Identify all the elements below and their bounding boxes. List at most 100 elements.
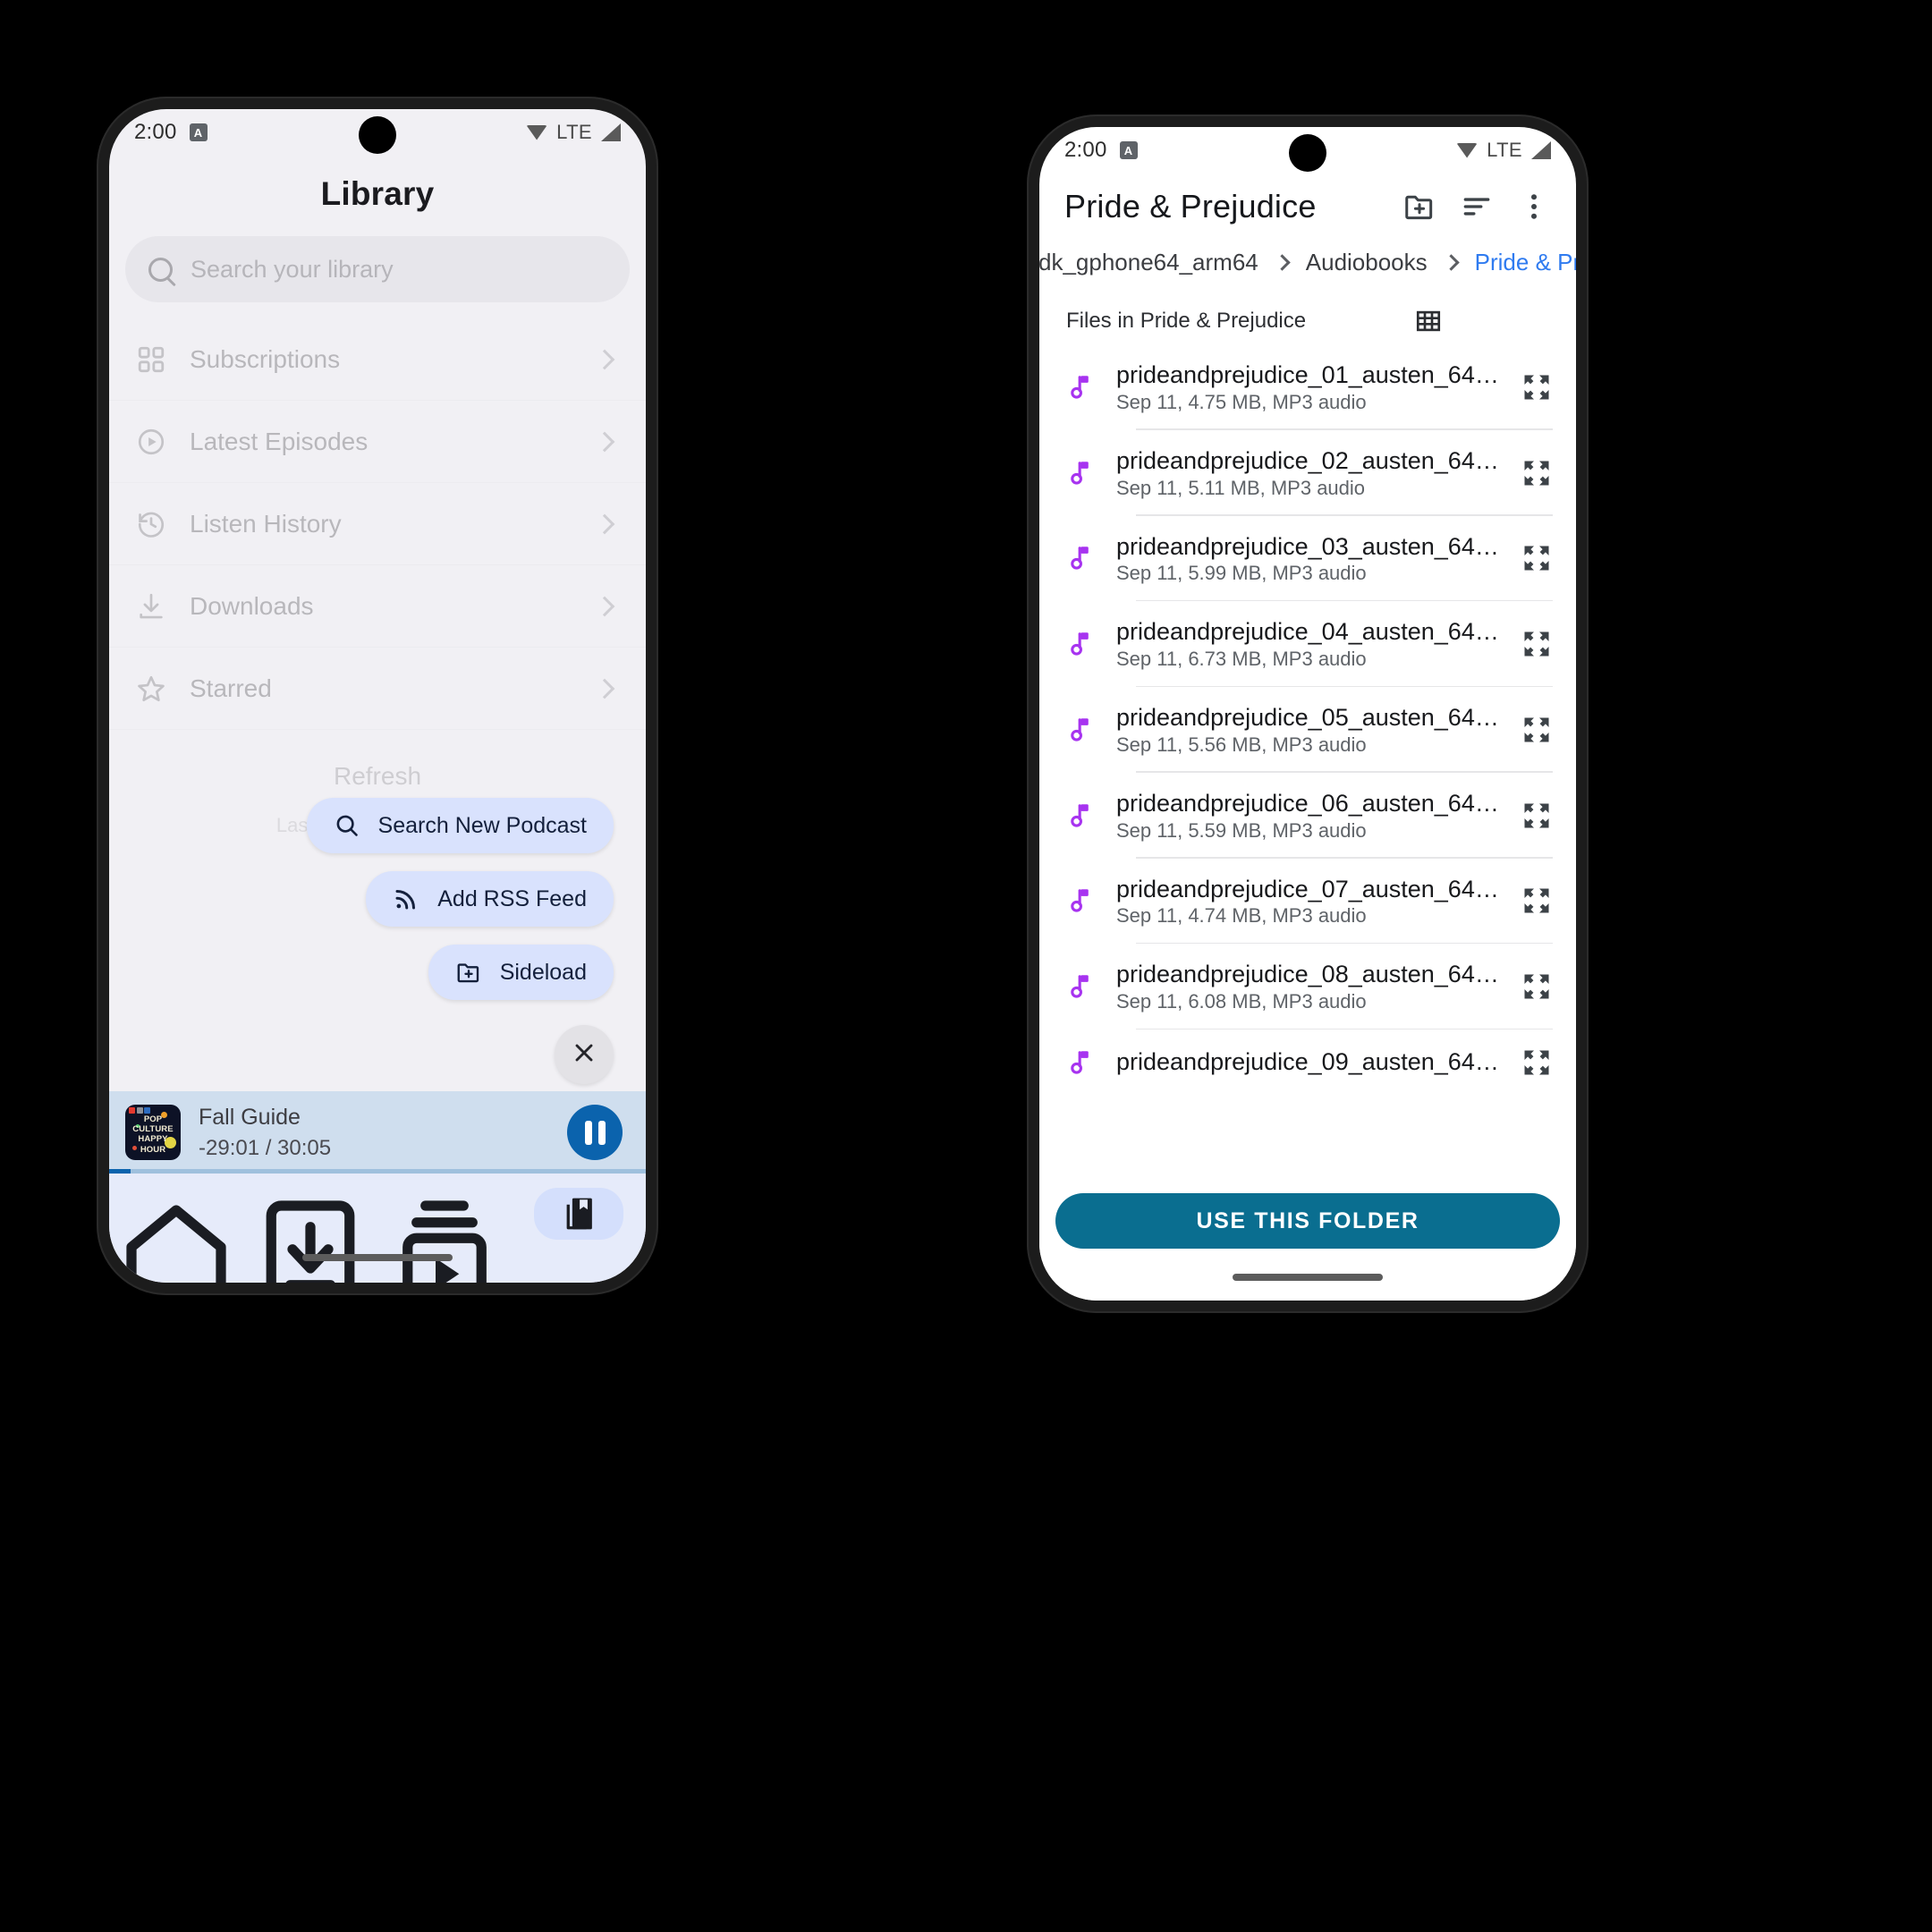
file-info: prideandprejudice_04_austen_64… Sep 11, …: [1116, 617, 1501, 671]
files-section-label: Files in Pride & Prejudice: [1066, 309, 1307, 333]
home-icon: [109, 1188, 243, 1283]
search-icon: [334, 812, 360, 839]
expand-icon[interactable]: [1521, 714, 1553, 746]
music-note-icon: [1066, 370, 1097, 404]
file-name: prideandprejudice_08_austen_64…: [1116, 961, 1499, 988]
artwork-text: POP CULTURE HAPPY HOUR: [132, 1114, 174, 1155]
search-input[interactable]: Search your library: [125, 236, 630, 302]
file-picker-screen: 2:00 A LTE Pride & Prejudice sdk_gphone6…: [1039, 127, 1576, 1301]
sidebar-item-starred[interactable]: Starred: [109, 648, 646, 730]
signal-icon: [601, 123, 621, 141]
sidebar-item-label: Listen History: [190, 509, 342, 538]
library-screen: 2:00 A LTE Library Search your library S…: [109, 109, 646, 1283]
music-note-icon: [1066, 456, 1097, 490]
music-note-icon: [1066, 627, 1097, 661]
file-info: prideandprejudice_05_austen_64… Sep 11, …: [1116, 703, 1501, 757]
library-icon: [559, 1194, 598, 1233]
sideload-button[interactable]: Sideload: [428, 945, 614, 1000]
use-this-folder-button[interactable]: USE THIS FOLDER: [1055, 1193, 1560, 1249]
grid-icon: [136, 344, 166, 375]
nav-tab-queue[interactable]: [377, 1188, 512, 1283]
play-circle-icon: [136, 427, 166, 457]
expand-icon[interactable]: [1521, 970, 1553, 1003]
file-info: prideandprejudice_07_austen_64… Sep 11, …: [1116, 875, 1501, 928]
breadcrumb-item-current[interactable]: Pride & Prejudice: [1475, 249, 1576, 276]
status-bar-left: 2:00 A LTE: [109, 109, 646, 156]
phone-left: 2:00 A LTE Library Search your library S…: [97, 97, 658, 1295]
history-icon: [136, 509, 166, 539]
npr-logo-icon: [129, 1107, 150, 1114]
mini-player[interactable]: POP CULTURE HAPPY HOUR Fall Guide -29:01 / …: [109, 1091, 646, 1174]
pause-icon: [584, 1120, 592, 1145]
table-row[interactable]: prideandprejudice_01_austen_64… Sep 11, …: [1039, 344, 1576, 430]
grid-view-icon[interactable]: [1308, 307, 1549, 335]
file-picker-toolbar: Pride & Prejudice: [1039, 174, 1576, 233]
close-icon: [571, 1039, 597, 1071]
table-row[interactable]: prideandprejudice_06_austen_64… Sep 11, …: [1039, 773, 1576, 859]
network-label: LTE: [1487, 139, 1522, 161]
file-name: prideandprejudice_07_austen_64…: [1116, 875, 1499, 902]
refresh-button[interactable]: Refresh: [109, 762, 646, 791]
sidebar-item-label: Subscriptions: [190, 344, 341, 373]
music-note-icon: [1066, 1046, 1097, 1080]
page-title: Pride & Prejudice: [1064, 188, 1317, 225]
sidebar-item-latest-episodes[interactable]: Latest Episodes: [109, 401, 646, 483]
expand-icon[interactable]: [1521, 1046, 1553, 1079]
table-row[interactable]: prideandprejudice_02_austen_64… Sep 11, …: [1039, 430, 1576, 516]
expand-icon[interactable]: [1521, 542, 1553, 574]
search-placeholder: Search your library: [191, 255, 394, 283]
breadcrumb-item-root[interactable]: sdk_gphone64_arm64: [1039, 249, 1258, 276]
expand-icon[interactable]: [1521, 371, 1553, 403]
camera-punchhole: [1289, 134, 1326, 172]
file-name: prideandprejudice_09_austen_64…: [1116, 1048, 1499, 1076]
nav-tab-library[interactable]: [512, 1188, 646, 1240]
table-row[interactable]: prideandprejudice_04_austen_64… Sep 11, …: [1039, 601, 1576, 687]
sidebar-item-subscriptions[interactable]: Subscriptions: [109, 318, 646, 401]
new-folder-icon[interactable]: [1402, 190, 1436, 224]
home-indicator: [1233, 1274, 1383, 1281]
now-playing-time: -29:01 / 30:05: [199, 1136, 332, 1160]
table-row[interactable]: prideandprejudice_07_austen_64… Sep 11, …: [1039, 859, 1576, 945]
expand-icon[interactable]: [1521, 628, 1553, 660]
overflow-menu-icon[interactable]: [1517, 190, 1551, 224]
chevron-right-icon: [594, 678, 615, 699]
sidebar-item-downloads[interactable]: Downloads: [109, 565, 646, 648]
file-name: prideandprejudice_03_austen_64…: [1116, 532, 1499, 560]
table-row[interactable]: prideandprejudice_08_austen_64… Sep 11, …: [1039, 944, 1576, 1030]
status-time: 2:00: [134, 120, 177, 144]
sidebar-item-label: Latest Episodes: [190, 427, 369, 455]
expand-icon[interactable]: [1521, 457, 1553, 489]
file-meta: Sep 11, 4.75 MB, MP3 audio: [1116, 390, 1367, 413]
file-info: prideandprejudice_09_austen_64…: [1116, 1047, 1501, 1078]
file-name: prideandprejudice_05_austen_64…: [1116, 704, 1499, 731]
file-info: prideandprejudice_01_austen_64… Sep 11, …: [1116, 360, 1501, 414]
bottom-navigation: [109, 1174, 646, 1283]
music-note-icon: [1066, 799, 1097, 833]
nav-tab-downloads[interactable]: [243, 1188, 377, 1283]
chevron-right-icon: [594, 349, 615, 369]
sidebar-item-label: Starred: [190, 674, 272, 702]
sort-icon[interactable]: [1460, 190, 1494, 224]
chevron-right-icon: [594, 596, 615, 616]
table-row[interactable]: prideandprejudice_05_austen_64… Sep 11, …: [1039, 687, 1576, 773]
search-new-podcast-button[interactable]: Search New Podcast: [306, 798, 614, 853]
search-icon: [148, 257, 173, 282]
breadcrumb-item-audiobooks[interactable]: Audiobooks: [1306, 249, 1428, 276]
file-info: prideandprejudice_06_austen_64… Sep 11, …: [1116, 789, 1501, 843]
file-info: prideandprejudice_03_austen_64… Sep 11, …: [1116, 532, 1501, 586]
fab-action-menu: Search New Podcast Add RSS Feed Sideload: [306, 798, 614, 1084]
add-rss-feed-button[interactable]: Add RSS Feed: [366, 871, 614, 927]
sidebar-item-listen-history[interactable]: Listen History: [109, 483, 646, 565]
music-note-icon: [1066, 884, 1097, 918]
fab-label: Sideload: [499, 959, 587, 985]
chevron-right-icon: [594, 513, 615, 534]
nav-tab-home[interactable]: [109, 1188, 243, 1283]
table-row[interactable]: prideandprejudice_09_austen_64…: [1039, 1030, 1576, 1096]
file-meta: Sep 11, 4.74 MB, MP3 audio: [1116, 904, 1367, 928]
app-badge-icon: A: [189, 123, 208, 141]
expand-icon[interactable]: [1521, 800, 1553, 832]
expand-icon[interactable]: [1521, 885, 1553, 917]
table-row[interactable]: prideandprejudice_03_austen_64… Sep 11, …: [1039, 516, 1576, 602]
close-fab-button[interactable]: [555, 1025, 614, 1084]
pause-button[interactable]: [567, 1105, 623, 1160]
